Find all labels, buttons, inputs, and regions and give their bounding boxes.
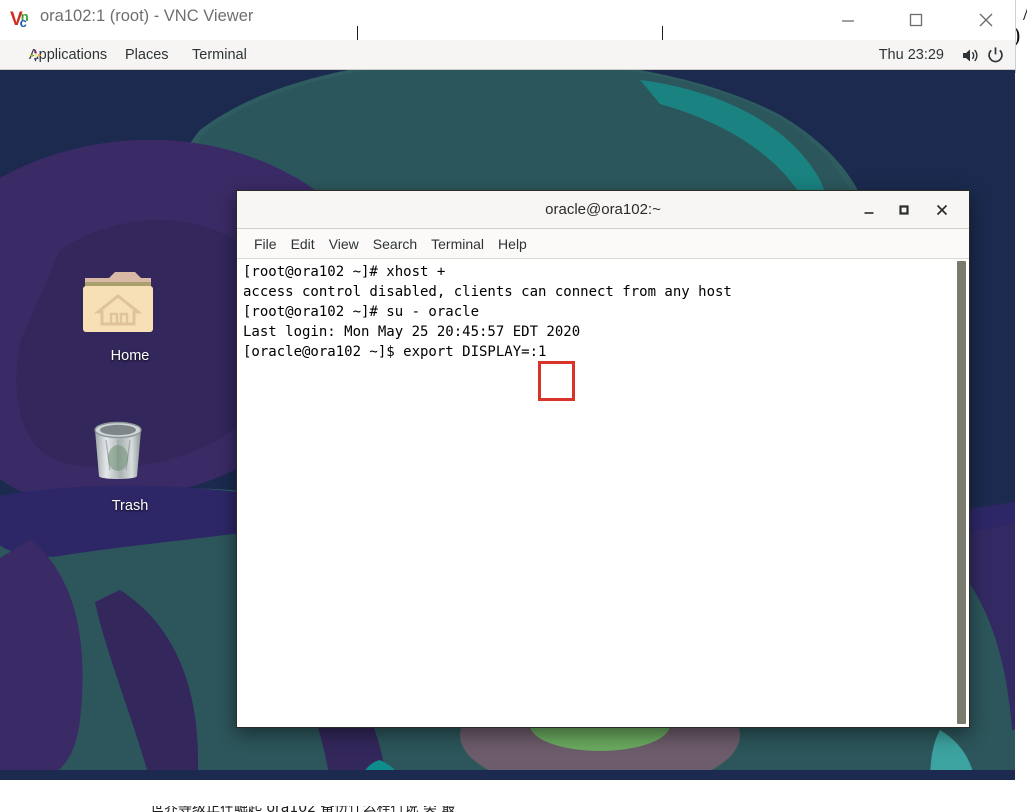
menu-terminal[interactable]: Terminal bbox=[185, 40, 254, 70]
terminal-titlebar[interactable]: oracle@ora102:~ bbox=[237, 191, 969, 229]
fragment-glyph-2: / bbox=[1023, 0, 1027, 26]
maximize-icon bbox=[898, 204, 911, 217]
minimize-icon bbox=[841, 13, 855, 27]
panel-clock-label: Thu 23:29 bbox=[879, 47, 944, 63]
menu-places-label: Places bbox=[125, 47, 169, 63]
trash-can-icon bbox=[75, 410, 185, 496]
vnc-maximize-button[interactable] bbox=[893, 0, 939, 40]
vnc-close-button[interactable] bbox=[963, 0, 1009, 40]
terminal-scrollbar-thumb[interactable] bbox=[957, 261, 966, 724]
vnc-window-title: ora102:1 (root) - VNC Viewer bbox=[40, 7, 253, 26]
desktop-icon-home[interactable]: Home bbox=[75, 260, 185, 364]
desktop-icon-home-label: Home bbox=[75, 348, 185, 364]
realvnc-logo-icon: Vnc bbox=[10, 9, 36, 30]
menu-edit[interactable]: Edit bbox=[284, 229, 322, 259]
menu-file[interactable]: File bbox=[247, 229, 284, 259]
menu-terminal[interactable]: Terminal bbox=[424, 229, 491, 259]
desktop-icon-trash-label: Trash bbox=[75, 498, 185, 514]
terminal-output-area[interactable]: [root@ora102 ~]# xhost + access control … bbox=[237, 259, 969, 726]
power-icon[interactable] bbox=[986, 46, 1005, 65]
menu-places[interactable]: Places bbox=[118, 40, 176, 70]
fragment-glyph-1: ) bbox=[1015, 22, 1020, 48]
panel-clock[interactable]: Thu 23:29 bbox=[872, 40, 951, 70]
gnome-terminal-window[interactable]: oracle@ora102:~ bbox=[236, 190, 970, 728]
gnome-top-panel: Applications Places Terminal Thu 23:29 bbox=[0, 40, 1015, 70]
menu-applications[interactable]: Applications bbox=[22, 40, 114, 70]
home-folder-icon bbox=[75, 260, 185, 346]
clipped-bottom-text-strip: 世界等级正在崛起 ora102 备份什么程行说 类 最 bbox=[0, 806, 1027, 812]
desktop-wallpaper[interactable]: C E N T O S Home bbox=[0, 70, 1015, 780]
logo-letter-c: c bbox=[20, 15, 26, 30]
terminal-maximize-button[interactable] bbox=[887, 191, 921, 229]
terminal-text: [root@ora102 ~]# xhost + access control … bbox=[243, 262, 947, 362]
menu-terminal-label: Terminal bbox=[192, 47, 247, 63]
vnc-viewer-window: Vnc ora102:1 (root) - VNC Viewer ) / bbox=[0, 0, 1027, 812]
menu-help[interactable]: Help bbox=[491, 229, 534, 259]
terminal-scrollbar[interactable] bbox=[955, 261, 967, 724]
centos-menu-icon bbox=[28, 48, 43, 63]
menu-search[interactable]: Search bbox=[366, 229, 424, 259]
remote-desktop-viewport[interactable]: Applications Places Terminal Thu 23:29 bbox=[0, 40, 1015, 780]
close-icon bbox=[935, 203, 949, 217]
terminal-close-button[interactable] bbox=[925, 191, 959, 229]
background-window-fragment: ) / bbox=[1015, 0, 1027, 73]
desktop-icon-trash[interactable]: Trash bbox=[75, 410, 185, 514]
minimize-icon bbox=[863, 204, 876, 217]
close-icon bbox=[978, 12, 995, 29]
menu-view[interactable]: View bbox=[322, 229, 366, 259]
terminal-minimize-button[interactable] bbox=[852, 191, 886, 229]
terminal-menubar: FileEditViewSearchTerminalHelp bbox=[237, 229, 969, 259]
maximize-icon bbox=[908, 12, 924, 28]
volume-icon[interactable] bbox=[961, 47, 979, 64]
clipped-text: 世界等级正在崛起 ora102 备份什么程行说 类 最 bbox=[150, 806, 455, 812]
vnc-minimize-button[interactable] bbox=[825, 0, 871, 40]
